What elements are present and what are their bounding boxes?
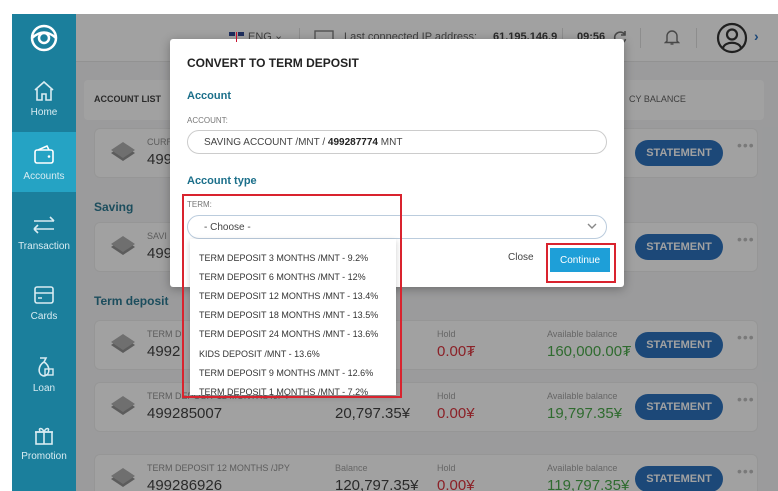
sidebar-item-promotion[interactable]: Promotion <box>12 412 76 472</box>
gift-icon <box>35 427 53 445</box>
sidebar-item-cards[interactable]: Cards <box>12 272 76 332</box>
sidebar-item-label: Transaction <box>18 240 70 252</box>
loan-icon <box>38 356 54 377</box>
account-section-heading: Account <box>187 90 231 102</box>
continue-highlight-box <box>546 243 616 283</box>
sidebar-item-label: Cards <box>30 310 58 322</box>
sidebar-item-transaction[interactable]: Transaction <box>12 202 76 262</box>
account-field-currency: MNT <box>380 137 403 148</box>
transfer-icon <box>33 215 55 234</box>
wallet-icon <box>34 144 54 164</box>
close-button[interactable]: Close <box>508 252 534 263</box>
chevron-down-icon <box>587 223 597 229</box>
sidebar: Home Accounts Transaction Cards Loan Pro… <box>12 14 76 491</box>
card-icon <box>34 285 54 304</box>
sidebar-item-loan[interactable]: Loan <box>12 344 76 404</box>
logo-icon <box>30 24 58 52</box>
sidebar-item-label: Loan <box>32 382 56 394</box>
sidebar-item-home[interactable]: Home <box>12 68 76 128</box>
account-field: SAVING ACCOUNT /MNT / 499287774 MNT <box>187 130 607 154</box>
account-type-section-heading: Account type <box>187 175 257 187</box>
sidebar-item-label: Home <box>30 106 58 118</box>
home-icon <box>34 80 54 101</box>
sidebar-item-accounts[interactable]: Accounts <box>12 132 76 192</box>
account-label: ACCOUNT: <box>187 116 228 125</box>
sidebar-item-label: Accounts <box>23 170 65 182</box>
modal-title: CONVERT TO TERM DEPOSIT <box>187 56 359 70</box>
account-field-number: 499287774 <box>327 137 378 148</box>
bank-logo[interactable] <box>12 14 76 62</box>
account-field-prefix: SAVING ACCOUNT /MNT / <box>204 137 326 148</box>
sidebar-item-label: Promotion <box>21 450 67 462</box>
term-highlight-box <box>182 194 402 398</box>
